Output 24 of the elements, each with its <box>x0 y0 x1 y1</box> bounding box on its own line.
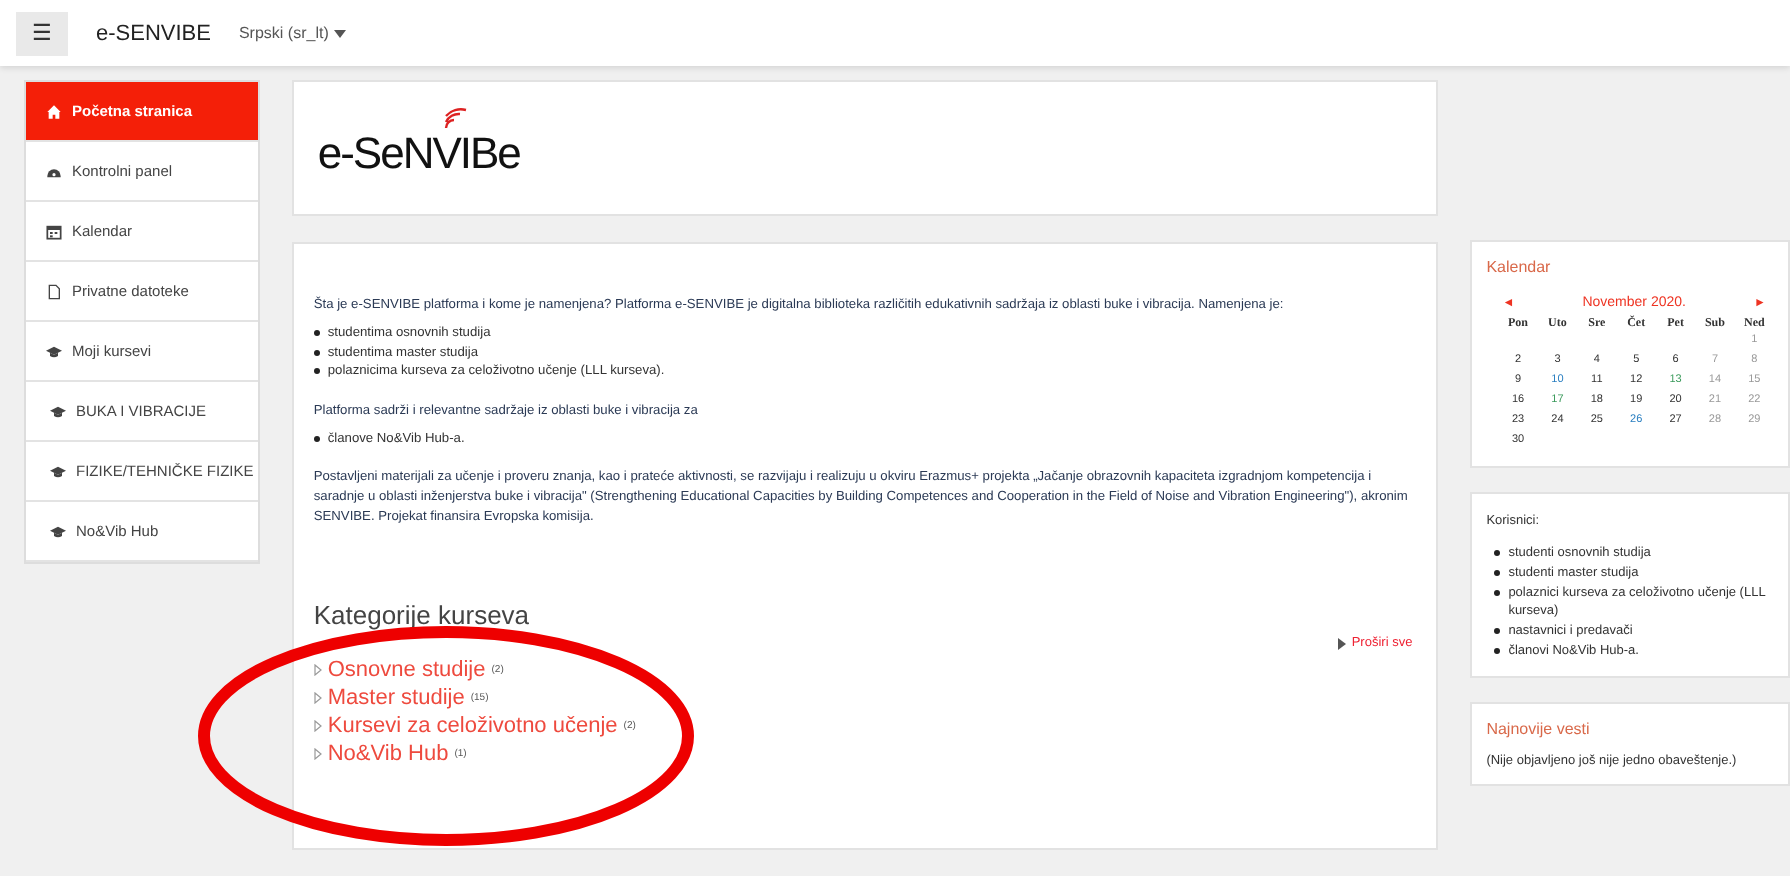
expand-icon[interactable] <box>313 664 322 676</box>
caret-icon <box>334 29 347 37</box>
expand-icon <box>1337 637 1346 649</box>
dashboard-icon <box>46 163 62 179</box>
category-link[interactable]: Osnovne studije <box>327 658 486 682</box>
graduation-cap-icon <box>46 343 62 359</box>
expand-icon[interactable] <box>313 748 322 760</box>
graduation-cap-icon <box>50 403 66 419</box>
home-icon <box>46 103 62 119</box>
expand-icon[interactable] <box>313 720 322 732</box>
menu-button[interactable]: ☰ <box>16 11 68 55</box>
category-link[interactable]: Kursevi za celoživotno učenje <box>327 714 618 738</box>
block-title: Najnovije vesti <box>1486 720 1592 738</box>
file-icon <box>46 283 62 299</box>
site-name[interactable]: e-SENVIBE <box>96 21 211 45</box>
graduation-cap-icon <box>50 523 66 539</box>
language-menu[interactable]: Srpski (sr_lt) <box>238 24 347 42</box>
calendar-icon <box>46 223 62 239</box>
graduation-cap-icon <box>50 463 66 479</box>
category-link[interactable]: Master studije <box>327 686 465 710</box>
category-link[interactable]: No&Vib Hub <box>327 742 449 766</box>
block-title: Kalendar <box>1486 258 1553 276</box>
expand-icon[interactable] <box>313 692 322 704</box>
section-title: Kategorije kurseva <box>313 600 530 630</box>
